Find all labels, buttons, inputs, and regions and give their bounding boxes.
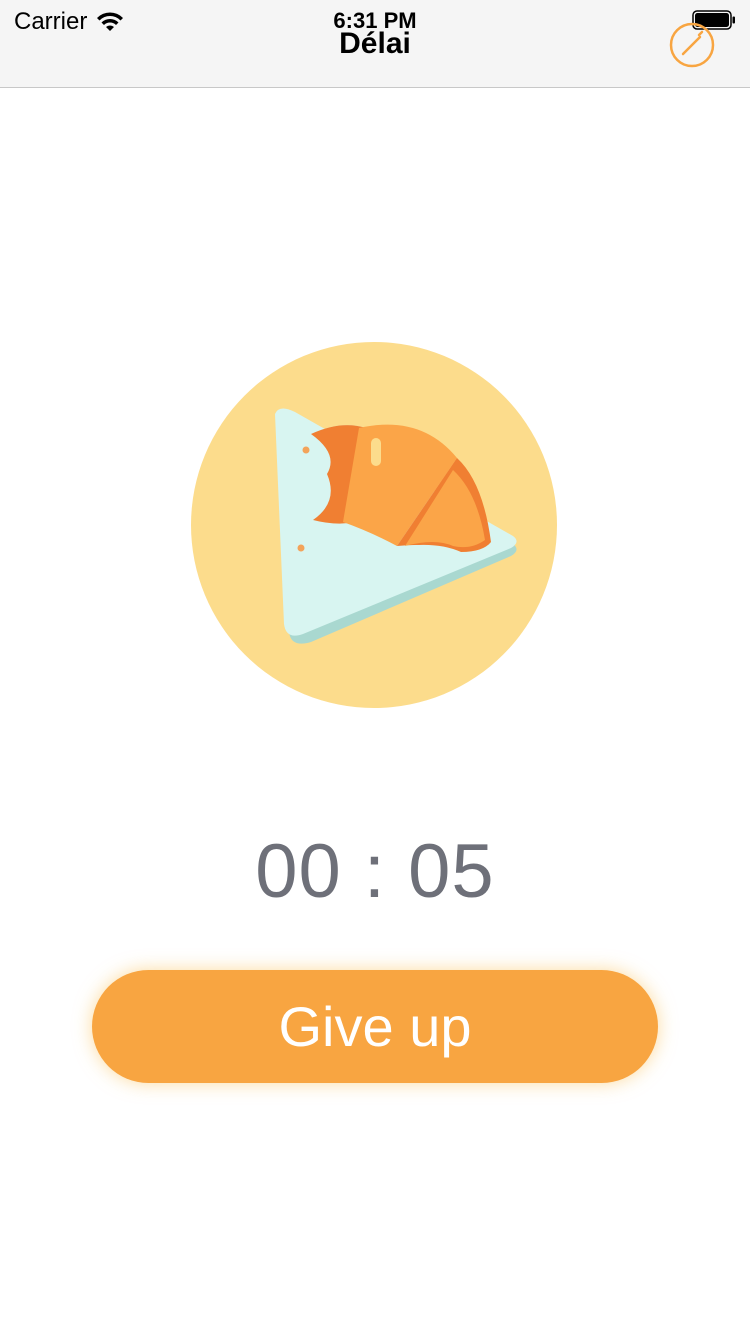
pencil-icon	[681, 30, 704, 56]
page-title: Délai	[339, 27, 411, 60]
give-up-label: Give up	[278, 995, 472, 1058]
countdown-timer: 00 : 05	[255, 829, 495, 914]
navigation-bar: Carrier 6:31 PM Délai	[0, 0, 750, 88]
give-up-button[interactable]: Give up	[92, 970, 658, 1083]
edit-button[interactable]	[668, 21, 716, 69]
croissant-illustration	[191, 342, 557, 708]
timer-screen: Carrier 6:31 PM Délai 00: 05 Give up	[0, 0, 750, 1334]
